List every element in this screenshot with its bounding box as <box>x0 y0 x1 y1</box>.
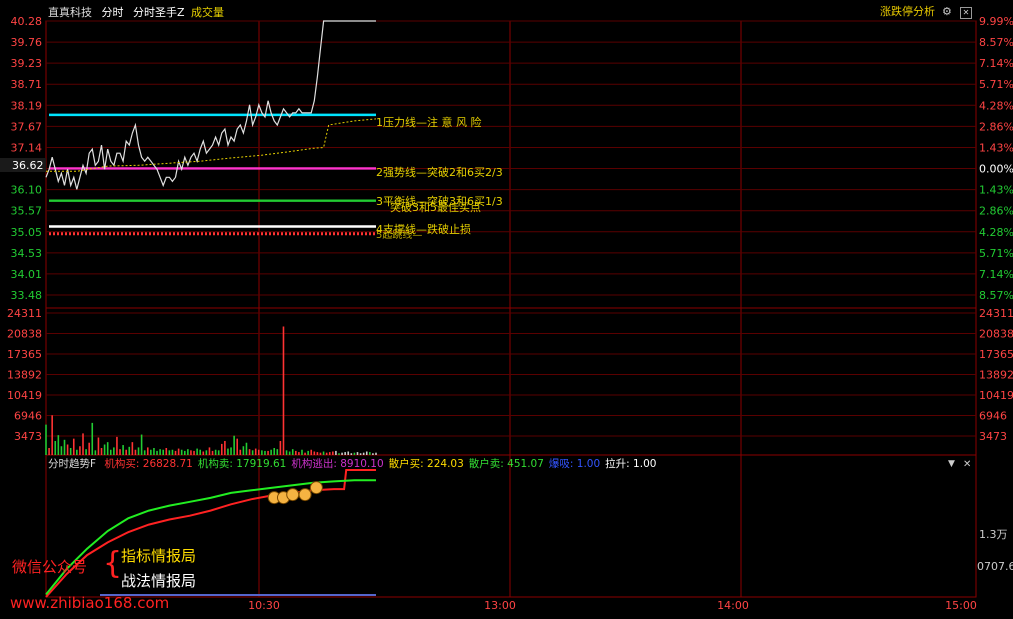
time-tick-1: 13:00 <box>484 599 516 612</box>
indicator-series-1 <box>45 479 376 596</box>
volume-tick-left-1: 20838 <box>7 328 42 341</box>
price-tick-left-12: 34.01 <box>11 268 43 281</box>
indicator-name: 分时趋势F <box>48 458 97 470</box>
price-tick-right-4: 4.28% <box>979 99 1013 112</box>
volume-tick-left-4: 10419 <box>7 389 42 402</box>
price-panel-frame <box>45 20 977 309</box>
volume-axis-left: 24311 20838 17365 13892 10419 6946 3473 <box>7 307 42 443</box>
price-tick-right-13: 8.57% <box>979 289 1013 302</box>
price-tick-right-7: 0.00% <box>979 163 1013 176</box>
price-tick-left-6: 37.14 <box>11 141 43 154</box>
indicator-plot <box>45 469 376 598</box>
close-icon[interactable]: ✕ <box>960 7 972 19</box>
settings-icon[interactable]: ⚙ <box>942 4 952 20</box>
time-tick-2: 14:00 <box>717 599 749 612</box>
volume-tick-right-3: 13892 <box>979 369 1013 382</box>
volume-tick-left-2: 17365 <box>7 348 42 361</box>
volume-tick-right-6: 3473 <box>979 430 1007 443</box>
price-tick-left-11: 34.53 <box>11 247 43 260</box>
time-tick-3: 15:00 <box>945 599 977 612</box>
price-tick-left-2: 39.23 <box>11 57 43 70</box>
volume-label: 成交量 <box>191 6 225 19</box>
indicator-item-4: 散户卖: 451.07 <box>468 458 544 470</box>
stock-name: 直真科技 <box>48 6 92 19</box>
price-tick-right-11: 5.71% <box>979 247 1013 260</box>
price-tick-left-5: 37.67 <box>11 120 43 133</box>
price-tick-left-3: 38.71 <box>11 78 43 91</box>
price-tick-left-8: 36.10 <box>11 184 43 197</box>
price-tick-left-4: 38.19 <box>11 99 43 112</box>
prev-close-label: 36.62 <box>12 159 44 172</box>
price-tick-right-6: 1.43% <box>979 141 1013 154</box>
volume-tick-right-4: 10419 <box>979 389 1013 402</box>
volume-panel-frame <box>45 307 977 456</box>
price-tick-right-8: 1.43% <box>979 184 1013 197</box>
price-tick-right-3: 5.71% <box>979 78 1013 91</box>
watermark-brace: { <box>103 546 123 581</box>
price-tick-right-2: 7.14% <box>979 57 1013 70</box>
indicator-item-2: 机构逃出: 8910.10 <box>291 458 384 470</box>
intraday-chart: 40.28 39.76 39.23 38.71 38.19 37.67 37.14 36.10… <box>0 15 1013 612</box>
price-tick-right-9: 2.86% <box>979 205 1013 218</box>
volume-tick-left-3: 13892 <box>7 369 42 382</box>
volume-axis-right: 24311 20838 17365 13892 10419 6946 3473 <box>979 307 1013 443</box>
indicator-item-0: 机构买: 26828.71 <box>104 458 193 470</box>
signal-marker <box>309 481 323 495</box>
indicator-item-5: 爆吸: 1.00 <box>548 458 601 470</box>
price-tick-right-0: 9.99% <box>979 15 1013 28</box>
watermark-url: www.zhibiao168.com <box>10 594 170 612</box>
signal-marker <box>286 488 300 502</box>
price-tick-left-0: 40.28 <box>11 15 43 28</box>
price-tick-right-1: 8.57% <box>979 36 1013 49</box>
pressure-line-label: 1压力线—注 意 风 险 <box>376 115 482 129</box>
watermark-wechat: 微信公众号 <box>12 558 88 576</box>
volume-tick-right-5: 6946 <box>979 410 1007 423</box>
volume-tick-right-0: 24311 <box>979 307 1013 320</box>
chart-header: 直真科技 分时 分时圣手Z 成交量 <box>48 5 230 20</box>
jump-line-label: 5起跳线— <box>376 228 422 241</box>
indicator-item-1: 机构卖: 17919.61 <box>197 458 287 470</box>
price-tick-left-10: 35.05 <box>11 226 43 239</box>
close-indicator-icon[interactable]: ✕ <box>963 457 971 473</box>
price-tick-left-1: 39.76 <box>11 36 43 49</box>
tab-intraday[interactable]: 分时 <box>102 6 124 19</box>
indicator-right-label-1: 1.3万 <box>979 528 1008 541</box>
price-reference-lines <box>49 113 376 236</box>
tab-intraday-z[interactable]: 分时圣手Z <box>133 6 185 19</box>
volume-tick-right-1: 20838 <box>979 328 1013 341</box>
indicator-right-label-2: 0707.69 <box>977 560 1013 573</box>
signal-marker <box>298 488 312 502</box>
grid-lines <box>45 20 977 597</box>
indicator-header: 分时趋势F 机构买: 26828.71 机构卖: 17919.61 机构逃出: 89… <box>48 457 661 472</box>
indicator-series-0 <box>45 469 376 598</box>
strong-line-label: 2强势线—突破2和6买2/3 <box>376 165 503 179</box>
best-buy-label: 突破3和5最佳买点 <box>390 200 481 214</box>
indicator-item-3: 散户买: 224.03 <box>388 458 464 470</box>
dropdown-icon[interactable]: ▼ <box>948 456 955 472</box>
price-axis-right: 9.99% 8.57% 7.14% 5.71% 4.28% 2.86% 1.43% 0.00%… <box>979 15 1013 302</box>
time-axis: 10:30 13:00 14:00 15:00 <box>248 599 977 612</box>
time-tick-0: 10:30 <box>248 599 280 612</box>
volume-tick-right-2: 17365 <box>979 348 1013 361</box>
indicator-item-6: 拉升: 1.00 <box>605 458 657 470</box>
price-tick-right-12: 7.14% <box>979 268 1013 281</box>
volume-tick-left-0: 24311 <box>7 307 42 320</box>
limit-analysis-button[interactable]: 涨跌停分析 <box>880 4 935 20</box>
price-tick-right-10: 4.28% <box>979 226 1013 239</box>
watermark-line2: 战法情报局 <box>121 572 197 590</box>
volume-tick-left-5: 6946 <box>14 410 42 423</box>
price-tick-right-5: 2.86% <box>979 120 1013 133</box>
watermark-line1: 指标情报局 <box>121 547 197 565</box>
price-tick-left-13: 33.48 <box>11 289 43 302</box>
price-tick-left-9: 35.57 <box>11 205 43 218</box>
volume-tick-left-6: 3473 <box>14 430 42 443</box>
